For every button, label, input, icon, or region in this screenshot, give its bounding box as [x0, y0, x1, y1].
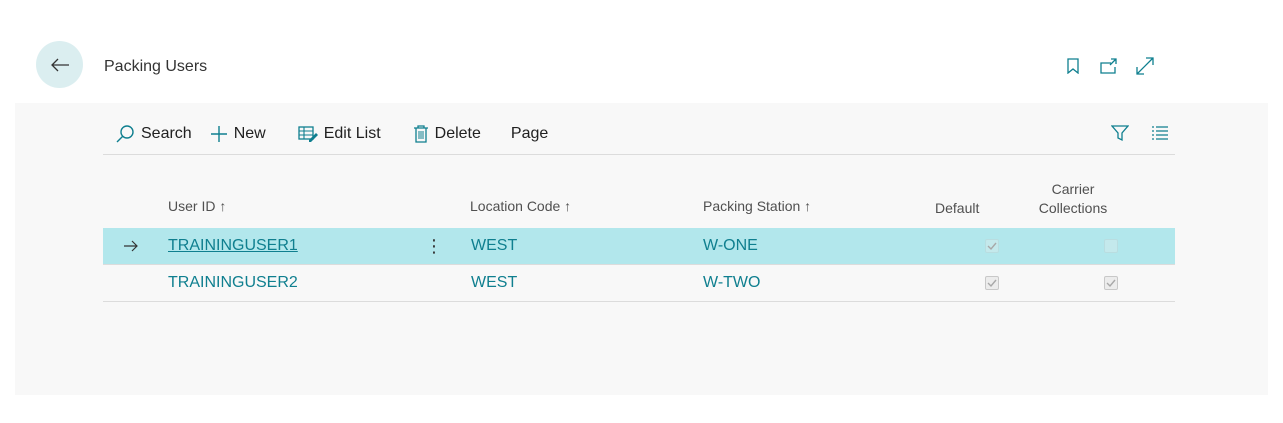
list-view-icon[interactable] [1149, 122, 1171, 144]
user-id-cell[interactable]: TRAININGUSER1 [168, 228, 298, 264]
location-code-cell: WEST [471, 274, 518, 291]
page-menu-button[interactable]: Page [511, 118, 548, 150]
checkmark-icon [987, 279, 997, 288]
default-checkbox[interactable] [985, 239, 999, 253]
page-actions [1062, 55, 1156, 77]
plus-icon [210, 126, 227, 142]
back-button[interactable] [36, 41, 83, 88]
edit-list-icon [298, 126, 318, 142]
table-header: User ID ↑ Location Code ↑ Packing Statio… [103, 170, 1175, 224]
table-row[interactable]: TRAININGUSER2 WEST W-TWO [103, 265, 1175, 302]
search-label: Search [141, 125, 192, 142]
open-new-window-icon[interactable] [1098, 55, 1120, 77]
expand-icon[interactable] [1134, 55, 1156, 77]
row-selected-arrow-icon [123, 228, 139, 264]
delete-button[interactable]: Delete [413, 118, 481, 150]
toolbar-right [1109, 122, 1171, 144]
new-label: New [233, 125, 266, 142]
page-label: Page [510, 125, 549, 142]
packing-station-cell: W-TWO [703, 274, 761, 291]
location-code-cell: WEST [471, 237, 518, 254]
column-header-carrier-collections[interactable]: Carrier Collections [1033, 180, 1113, 218]
toolbar-divider [103, 154, 1175, 155]
trash-icon [413, 125, 428, 143]
row-actions-menu-icon[interactable]: ⋮ [425, 228, 443, 264]
table-row[interactable]: TRAININGUSER1 ⋮ WEST W-ONE [103, 228, 1175, 264]
search-icon [116, 125, 134, 143]
delete-label: Delete [434, 125, 481, 142]
new-button[interactable]: New [210, 118, 266, 150]
bookmark-icon[interactable] [1062, 55, 1084, 77]
carrier-collections-checkbox[interactable] [1104, 239, 1118, 253]
edit-list-label: Edit List [323, 125, 381, 142]
page-title: Packing Users [104, 58, 208, 75]
user-id-cell[interactable]: TRAININGUSER2 [168, 265, 298, 301]
default-checkbox[interactable] [985, 276, 999, 290]
arrow-left-icon [50, 58, 69, 71]
checkmark-icon [987, 242, 997, 251]
column-header-user-id[interactable]: User ID ↑ [168, 198, 226, 214]
edit-list-button[interactable]: Edit List [298, 118, 381, 150]
search-button[interactable]: Search [115, 118, 192, 150]
action-bar: Search New Edit List Delete Page [103, 114, 1175, 154]
page-header [0, 0, 1283, 103]
filter-icon[interactable] [1109, 122, 1131, 144]
column-header-packing-station[interactable]: Packing Station ↑ [703, 198, 811, 214]
checkmark-icon [1106, 279, 1116, 288]
carrier-collections-checkbox[interactable] [1104, 276, 1118, 290]
column-header-default[interactable]: Default [935, 200, 979, 216]
column-header-location-code[interactable]: Location Code ↑ [470, 198, 571, 214]
packing-station-cell: W-ONE [703, 237, 758, 254]
